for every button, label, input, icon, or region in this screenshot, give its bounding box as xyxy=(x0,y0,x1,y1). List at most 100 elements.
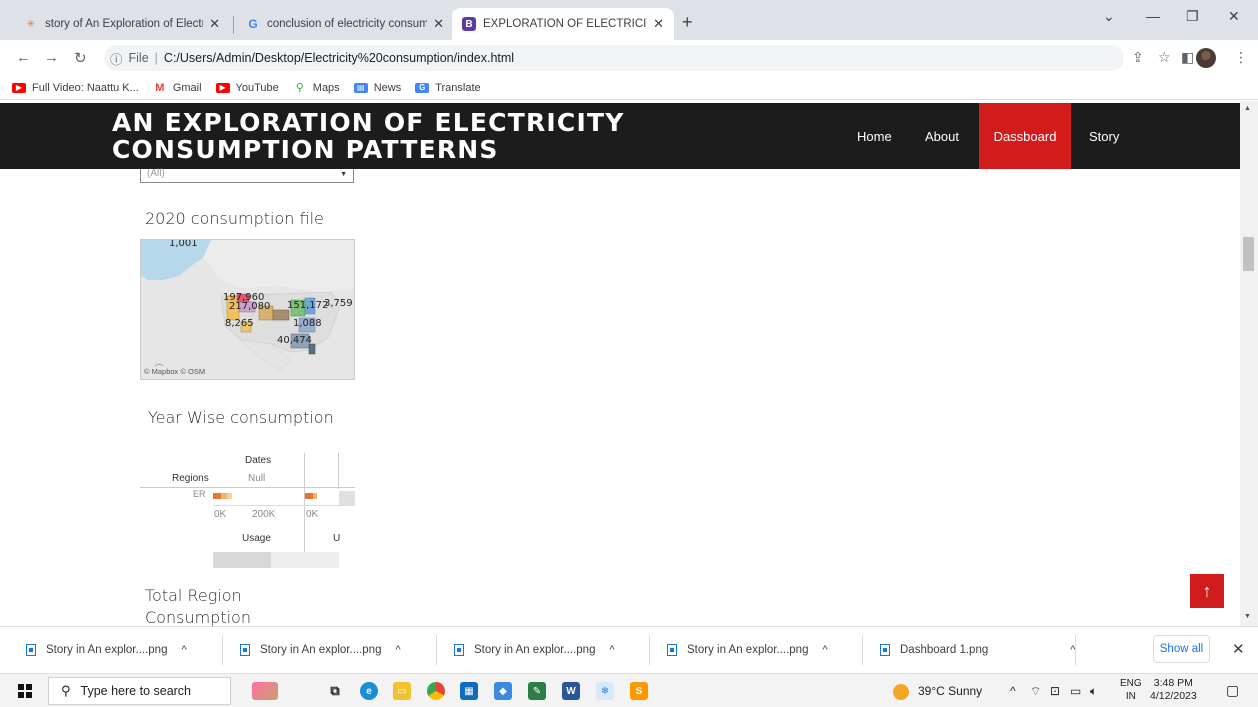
column-divider xyxy=(338,453,339,489)
map-attribution: © Mapbox © OSM xyxy=(144,367,206,376)
bootstrap-icon: B xyxy=(462,17,476,31)
widget-icon[interactable] xyxy=(252,682,278,700)
dropdown-arrow-icon: ▼ xyxy=(340,171,347,178)
news-icon: ▤ xyxy=(353,82,368,93)
battery-icon[interactable]: ▭ xyxy=(1070,684,1081,698)
download-item[interactable]: Story in An explor....png ^ xyxy=(240,638,401,662)
browser-tab-active[interactable]: B EXPLORATION OF ELECTRICITY C ✕ xyxy=(452,8,674,40)
address-bar: ← → ↻ ⓘ File | C:/Users/Admin/Desktop/El… xyxy=(0,40,1258,76)
region-filter-select[interactable]: (All) ▼ xyxy=(140,169,354,183)
minimize-icon[interactable]: — xyxy=(1146,8,1160,24)
scheme-label: File xyxy=(128,51,149,65)
chevron-up-icon[interactable]: ^ xyxy=(181,644,186,656)
download-item[interactable]: Story in An explor....png ^ xyxy=(454,638,615,662)
bookmark-star-icon[interactable]: ☆ xyxy=(1158,49,1171,66)
chevron-up-icon[interactable]: ^ xyxy=(609,644,614,656)
close-window-icon[interactable]: ✕ xyxy=(1228,8,1240,25)
word-icon[interactable]: W xyxy=(562,682,580,700)
nav-story[interactable]: Story xyxy=(1075,103,1133,169)
task-view-icon[interactable]: ⧉ xyxy=(326,682,344,700)
close-tab-icon[interactable]: ✕ xyxy=(433,16,444,32)
share-icon[interactable]: ⇪ xyxy=(1132,49,1144,66)
file-explorer-icon[interactable]: ▭ xyxy=(393,682,411,700)
chrome-icon[interactable] xyxy=(427,682,445,700)
scrollbar-thumb[interactable] xyxy=(213,552,271,568)
scrollbar-thumb[interactable] xyxy=(1243,237,1254,271)
url-input[interactable]: ⓘ File | C:/Users/Admin/Desktop/Electric… xyxy=(104,45,1124,71)
app-icon[interactable]: ◆ xyxy=(494,682,512,700)
gmail-icon: M xyxy=(155,81,165,94)
yearwise-chart[interactable]: Dates Regions Null ER 0K 200K 0K Usage U xyxy=(140,451,355,569)
profile-avatar[interactable] xyxy=(1196,48,1216,68)
axis-tick: 0K xyxy=(214,509,227,520)
nav-about[interactable]: About xyxy=(911,103,973,169)
browser-tab[interactable]: G conclusion of electricity consump ✕ xyxy=(236,8,454,40)
nav-home[interactable]: Home xyxy=(843,103,906,169)
download-item[interactable]: Story in An explor....png ^ xyxy=(26,638,187,662)
chevron-up-icon[interactable]: ^ xyxy=(822,644,827,656)
bookmark-item[interactable]: ▶ YouTube xyxy=(215,82,279,94)
new-tab-button[interactable]: + xyxy=(682,12,693,33)
close-downloads-icon[interactable]: ✕ xyxy=(1232,640,1245,658)
language-code: ENG xyxy=(1120,678,1142,689)
edge-icon[interactable]: e xyxy=(360,682,378,700)
language-indicator[interactable]: ENG IN xyxy=(1120,677,1142,703)
bookmark-label: Maps xyxy=(312,81,340,94)
nav-dashboard[interactable]: Dassboard xyxy=(979,103,1071,169)
sublime-icon[interactable]: S xyxy=(630,682,648,700)
bookmark-item[interactable]: ▶ Full Video: Naattu K... xyxy=(12,82,139,94)
browser-tab[interactable]: ✳ story of An Exploration of Electric ✕ xyxy=(14,8,230,40)
chevron-up-icon[interactable]: ^ xyxy=(1010,684,1016,698)
download-item[interactable]: Dashboard 1.png ^ xyxy=(880,638,1075,662)
map-label: 8,265 xyxy=(225,318,254,329)
onedrive-icon[interactable]: ⊡ xyxy=(1050,684,1060,698)
consumption-map[interactable]: 1,001 197,960 217,080 151,172 3,759 8,26… xyxy=(140,239,355,380)
weather-text[interactable]: 39°C Sunny xyxy=(918,684,982,698)
map-region[interactable] xyxy=(272,309,290,321)
translate-icon: G xyxy=(415,82,430,93)
axis-title: Usage xyxy=(242,533,271,544)
download-item[interactable]: Story in An explor....png ^ xyxy=(667,638,828,662)
restore-icon[interactable]: ❐ xyxy=(1186,8,1199,25)
show-all-downloads-button[interactable]: Show all xyxy=(1153,635,1210,663)
close-tab-icon[interactable]: ✕ xyxy=(653,16,664,32)
scroll-down-arrow-icon[interactable]: ▼ xyxy=(1244,613,1251,620)
reload-icon[interactable]: ↻ xyxy=(74,49,87,67)
app-icon[interactable]: ✎ xyxy=(528,682,546,700)
back-icon[interactable]: ← xyxy=(16,49,31,66)
bookmark-item[interactable]: ▤ News xyxy=(353,82,401,94)
info-icon[interactable]: ⓘ xyxy=(110,49,123,68)
total-region-title-line2: Consumption xyxy=(145,608,251,626)
page-scrollbar[interactable]: ▲ ▼ xyxy=(1240,101,1258,626)
site-title-line1: AN EXPLORATION OF ELECTRICITY xyxy=(112,108,625,137)
usage-bar[interactable] xyxy=(213,493,221,499)
windows-start-icon[interactable] xyxy=(18,684,32,698)
snip-icon[interactable]: ❄ xyxy=(596,682,614,700)
bookmarks-bar: ▶ Full Video: Naattu K... M Gmail ▶ YouT… xyxy=(0,76,1258,100)
bookmark-item[interactable]: ⚲ Maps xyxy=(293,81,340,95)
volume-icon[interactable]: 🔈︎ xyxy=(1090,684,1097,699)
filter-value: (All) xyxy=(147,168,165,179)
map-label: 1,001 xyxy=(169,239,198,249)
store-icon[interactable]: ▦ xyxy=(460,682,478,700)
bookmark-item[interactable]: M Gmail xyxy=(153,81,201,94)
chevron-up-icon[interactable]: ^ xyxy=(395,644,400,656)
tab-title: conclusion of electricity consump xyxy=(267,18,428,30)
downloads-bar: Story in An explor....png ^ Story in An … xyxy=(0,626,1258,673)
chevron-down-icon[interactable]: ⌄ xyxy=(1103,8,1115,25)
notifications-icon[interactable]: ▢ xyxy=(1226,682,1239,699)
usage-bar[interactable] xyxy=(313,493,317,499)
taskbar-search-input[interactable]: ⚲ Type here to search xyxy=(48,677,231,705)
bookmark-item[interactable]: G Translate xyxy=(415,82,481,94)
forward-icon[interactable]: → xyxy=(44,49,59,66)
menu-kebab-icon[interactable]: ⋮ xyxy=(1234,49,1248,66)
browser-tab-strip: ✳ story of An Exploration of Electric ✕ … xyxy=(0,0,1258,40)
usage-bar[interactable] xyxy=(305,493,313,499)
usage-bar[interactable] xyxy=(227,493,232,499)
scroll-to-top-button[interactable]: ↑ xyxy=(1190,574,1224,608)
side-panel-icon[interactable]: ◧ xyxy=(1181,49,1194,66)
system-clock[interactable]: 3:48 PM 4/12/2023 xyxy=(1150,677,1197,703)
close-tab-icon[interactable]: ✕ xyxy=(209,16,220,32)
scroll-up-arrow-icon[interactable]: ▲ xyxy=(1244,105,1251,112)
network-icon[interactable]: ⌔ xyxy=(1030,684,1041,699)
